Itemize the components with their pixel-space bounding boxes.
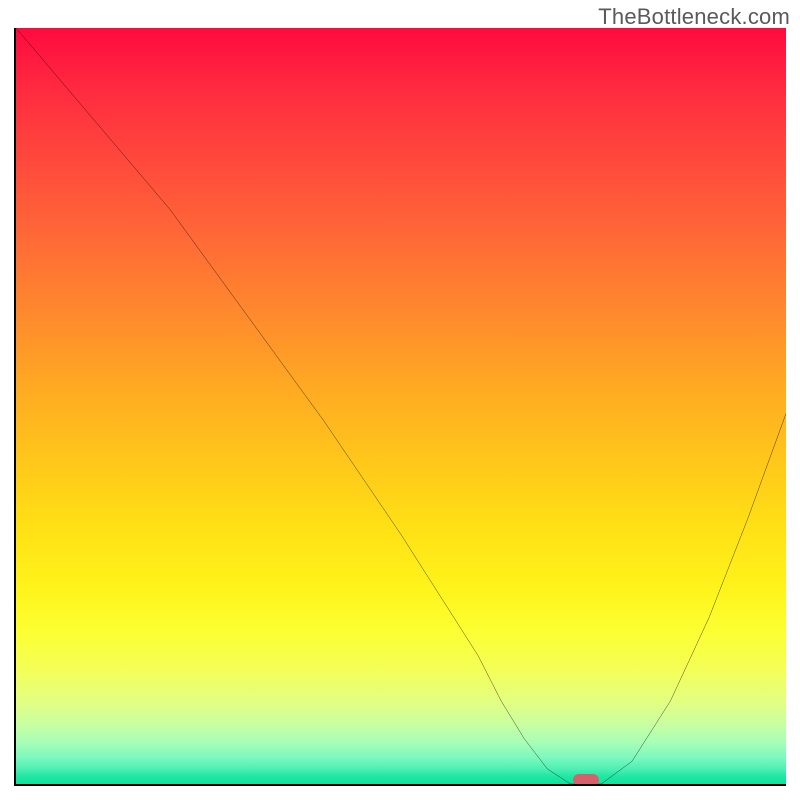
bottleneck-chart: TheBottleneck.com bbox=[0, 0, 800, 800]
bottleneck-curve-path bbox=[16, 28, 786, 784]
watermark-text: TheBottleneck.com bbox=[598, 4, 790, 30]
optimal-marker bbox=[573, 774, 599, 786]
curve-svg bbox=[16, 28, 786, 784]
plot-area bbox=[14, 28, 786, 786]
